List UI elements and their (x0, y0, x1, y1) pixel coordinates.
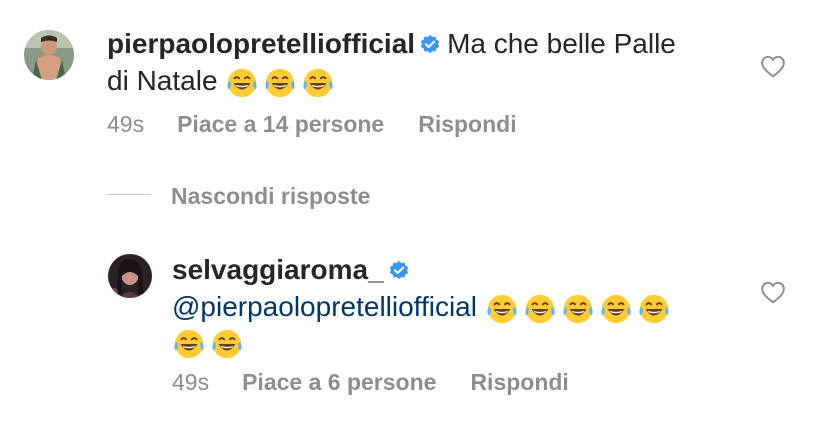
laughing-emoji-icon (303, 68, 333, 97)
laughing-emoji-icon (212, 330, 242, 359)
comment-username[interactable]: pierpaolopretelliofficial (107, 28, 415, 59)
comment-reply-button[interactable]: Rispondi (418, 111, 516, 138)
reply-mention-link[interactable]: @pierpaolopretelliofficial (172, 291, 477, 322)
reply-body: selvaggiaroma_ @pierpaolopretelliofficia… (172, 253, 752, 361)
comment-likes-link[interactable]: Piace a 14 persone (177, 111, 384, 138)
emoji-group (172, 327, 248, 359)
emoji-group (485, 291, 675, 323)
heart-icon[interactable] (760, 54, 786, 78)
comment-text-line1: Ma che belle Palle (447, 28, 676, 59)
laughing-emoji-icon (487, 294, 517, 323)
laughing-emoji-icon (563, 294, 593, 323)
reply-reply-button[interactable]: Rispondi (470, 369, 568, 396)
hide-replies-button[interactable]: Nascondi risposte (171, 183, 370, 210)
laughing-emoji-icon (639, 294, 669, 323)
avatar[interactable] (24, 30, 74, 80)
comment-text-line2: di Natale (107, 65, 218, 96)
verified-badge-icon (419, 30, 441, 64)
comment-timestamp: 49s (107, 111, 145, 137)
laughing-emoji-icon (265, 68, 295, 97)
reply-username[interactable]: selvaggiaroma_ (172, 254, 384, 285)
heart-icon[interactable] (760, 280, 786, 304)
verified-badge-icon (388, 256, 410, 290)
laughing-emoji-icon (525, 294, 555, 323)
reply-timestamp: 49s (172, 369, 210, 395)
reply-meta: 49s Piace a 6 persone Rispondi (172, 369, 569, 396)
comment-meta: 49s Piace a 14 persone Rispondi (107, 111, 517, 138)
reply-likes-link[interactable]: Piace a 6 persone (242, 369, 436, 396)
comment-body: pierpaolopretelliofficial Ma che belle Pa… (107, 27, 747, 100)
emoji-group (225, 65, 339, 97)
avatar[interactable] (108, 254, 152, 298)
laughing-emoji-icon (227, 68, 257, 97)
laughing-emoji-icon (601, 294, 631, 323)
laughing-emoji-icon (174, 330, 204, 359)
replies-divider (107, 194, 151, 195)
